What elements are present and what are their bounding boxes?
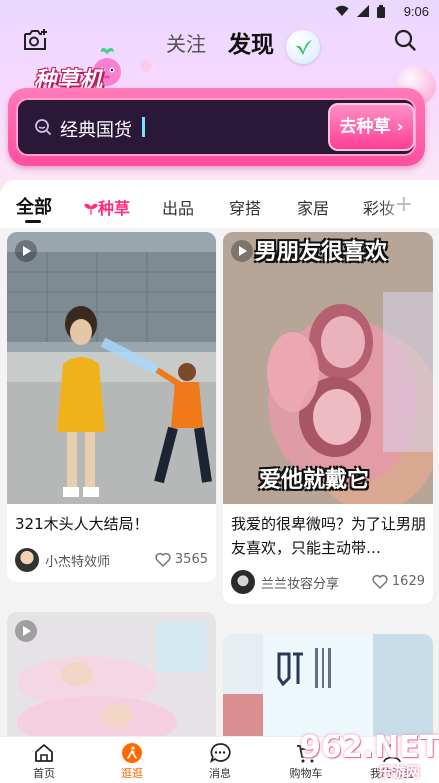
heart-icon [372, 574, 388, 589]
like-count[interactable]: 1629 [372, 574, 425, 589]
add-category-icon[interactable]: + [395, 192, 413, 217]
watermark-main: 962.NET [300, 730, 439, 765]
search-icon[interactable] [393, 28, 417, 56]
like-count-value: 1629 [391, 574, 425, 589]
like-count-value: 3565 [174, 552, 208, 567]
tab-seed[interactable]: 种草 [84, 195, 130, 219]
overlay-caption-bottom: 爱他就戴它 [259, 468, 370, 493]
tab-seed-label: 种草 [98, 199, 131, 218]
status-bar: 9:06 [0, 0, 439, 22]
stroll-icon [122, 743, 142, 763]
video-play-icon [231, 240, 253, 262]
feed-card[interactable] [223, 634, 433, 736]
sprout-icon [84, 203, 98, 215]
tab-follow[interactable]: 关注 [166, 28, 206, 57]
nav-home-label: 首页 [33, 767, 55, 780]
author-name: 兰兰妆容分享 [261, 576, 340, 592]
leaf-badge-icon[interactable] [286, 30, 320, 64]
card-title: 我爱的很卑微吗？为了让男朋友喜欢，只能主动带… [231, 515, 427, 557]
card-image [7, 232, 216, 504]
tab-home[interactable]: 家居 [297, 195, 329, 219]
banner-search-text: 经典国货 [60, 120, 132, 141]
feed-card[interactable]: 男朋友很喜欢 爱他就戴它 我爱的很卑微吗？为了让男朋友喜欢，只能主动带… 兰兰妆… [223, 232, 433, 604]
tab-products[interactable]: 出品 [162, 195, 194, 219]
tab-discover[interactable]: 发现 [228, 25, 274, 59]
wifi-icon [335, 5, 349, 16]
active-tab-indicator [25, 220, 41, 223]
card-author[interactable]: 兰兰妆容分享 [231, 570, 339, 594]
heart-icon [155, 552, 171, 567]
search-icon [34, 118, 52, 140]
card-title: 321木头人大结局！ [15, 515, 149, 533]
text-caret [142, 117, 145, 137]
watermark-sub: 乐游网 [378, 765, 420, 781]
card-image [7, 612, 216, 736]
go-seed-button[interactable]: 去种草 › [328, 103, 415, 151]
tab-outfits[interactable]: 穿搭 [229, 195, 261, 219]
video-play-icon [15, 620, 37, 642]
home-icon [35, 744, 53, 762]
category-tabs: 全部 种草 出品 穿搭 家居 彩妆 + [0, 180, 439, 228]
card-image [223, 634, 433, 736]
nav-stroll[interactable]: 逛逛 [102, 741, 162, 781]
site-watermark: 962.NET 乐游网 [300, 730, 439, 782]
signal-icon [357, 5, 369, 17]
author-name: 小杰特效师 [45, 554, 111, 570]
nav-stroll-label: 逛逛 [121, 767, 143, 780]
video-play-icon [15, 240, 37, 262]
camera-add-icon[interactable] [22, 28, 48, 56]
status-time: 9:06 [403, 4, 429, 19]
tab-all[interactable]: 全部 [16, 193, 52, 219]
go-seed-label: 去种草 [339, 117, 391, 137]
avatar [231, 570, 255, 594]
message-icon [210, 743, 231, 763]
feed-card[interactable]: 321木头人大结局！ 小杰特效师 3565 [7, 232, 216, 582]
overlay-caption-top: 男朋友很喜欢 [255, 240, 388, 265]
feed: 321木头人大结局！ 小杰特效师 3565 男朋友很喜欢 爱他就戴它 我爱的很卑… [0, 228, 439, 736]
avatar [15, 548, 39, 572]
card-author[interactable]: 小杰特效师 [15, 548, 110, 572]
feed-card[interactable] [7, 612, 216, 736]
nav-messages[interactable]: 消息 [190, 741, 250, 781]
nav-messages-label: 消息 [209, 767, 231, 780]
top-nav: 关注 发现 [0, 22, 439, 86]
battery-icon [377, 5, 385, 18]
like-count[interactable]: 3565 [155, 552, 208, 567]
nav-home[interactable]: 首页 [14, 741, 74, 781]
